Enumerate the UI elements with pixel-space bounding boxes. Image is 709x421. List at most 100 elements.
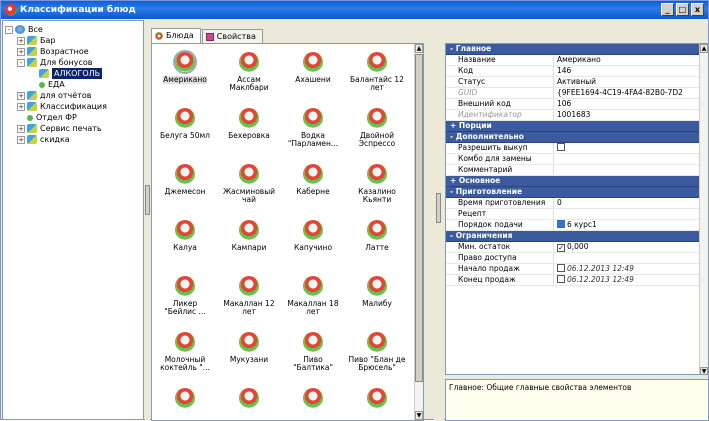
dish-item[interactable]: Мукузани xyxy=(220,328,278,384)
dish-item[interactable]: Капучино xyxy=(284,216,342,272)
scroll-thumb[interactable] xyxy=(415,54,423,382)
tree-node[interactable]: + для отчётов xyxy=(5,90,141,101)
checkbox[interactable] xyxy=(557,264,565,272)
expand-icon[interactable]: + xyxy=(17,124,25,133)
checkbox[interactable] xyxy=(557,275,565,283)
dish-item[interactable]: Казалино Кьянти xyxy=(348,160,406,216)
tree-node[interactable]: Отдел ФР xyxy=(5,112,141,123)
checkbox[interactable] xyxy=(557,143,565,151)
category-toggle-icon[interactable]: - xyxy=(450,44,453,53)
property-category[interactable]: + Основное xyxy=(446,176,701,187)
property-category[interactable]: - Ограничения xyxy=(446,231,701,242)
dish-item[interactable]: Водка "Парламен... xyxy=(284,104,342,160)
dish-item[interactable]: Молочный коктейль "... xyxy=(156,328,214,384)
property-row[interactable]: Название Американо xyxy=(446,55,701,66)
dish-item[interactable]: Пиво "Блан де Брюсель" xyxy=(348,328,406,384)
splitter-grip[interactable] xyxy=(145,185,150,215)
dish-item[interactable]: Пиво "Балтика" xyxy=(284,328,342,384)
property-category[interactable]: - Дополнительно xyxy=(446,132,701,143)
scroll-down-arrow[interactable]: ▼ xyxy=(700,367,708,374)
dish-item[interactable]: Белуга 50мл xyxy=(156,104,214,160)
property-row[interactable]: GUID {9FEE1694-4C19-4FA4-82B0-7D2 xyxy=(446,88,701,99)
dish-item[interactable] xyxy=(220,384,278,420)
property-row[interactable]: Порядок подачи 6 курс1 xyxy=(446,220,701,231)
leaf-icon xyxy=(27,114,33,121)
property-row[interactable]: Код 146 xyxy=(446,66,701,77)
properties-scrollbar[interactable]: ▲ ▼ xyxy=(699,44,708,374)
category-toggle-icon[interactable]: - xyxy=(450,187,453,196)
dish-item[interactable] xyxy=(284,384,342,420)
maximize-button[interactable]: □ xyxy=(676,3,689,16)
property-row[interactable]: Право доступа xyxy=(446,253,701,264)
dish-item[interactable]: Ассам Маклбари xyxy=(220,48,278,104)
dish-item[interactable]: Бехеровка xyxy=(220,104,278,160)
dish-item[interactable]: Макаллан 18 лет xyxy=(284,272,342,328)
scroll-down-arrow[interactable]: ▼ xyxy=(415,411,423,420)
dish-item[interactable]: Джемесон xyxy=(156,160,214,216)
tree-node[interactable]: ЕДА xyxy=(5,79,141,90)
property-row[interactable]: Время приготовления 0 xyxy=(446,198,701,209)
property-row[interactable]: Мин. остаток ✓ 0,000 xyxy=(446,242,701,253)
dishes-scrollbar[interactable]: ▲ ▼ xyxy=(414,44,423,420)
dishes-grid[interactable]: Американо Ассам Маклбари Ахашени Балантайс … xyxy=(151,43,424,421)
dish-item[interactable]: Кампари xyxy=(220,216,278,272)
dish-item[interactable]: Ликер "Бейлис ... xyxy=(156,272,214,328)
property-grid[interactable]: - Главное Название Американо Код 146 Статус Ак… xyxy=(445,43,709,375)
dish-item[interactable]: Ахашени xyxy=(284,48,342,104)
dish-item[interactable]: Макаллан 12 лет xyxy=(220,272,278,328)
left-splitter[interactable] xyxy=(145,20,150,420)
property-row[interactable]: Рецепт xyxy=(446,209,701,220)
property-category[interactable]: - Главное xyxy=(446,44,701,55)
category-toggle-icon[interactable]: + xyxy=(450,176,456,185)
scroll-up-arrow[interactable]: ▲ xyxy=(415,44,423,53)
dish-item[interactable]: Двойной Эспрессо xyxy=(348,104,406,160)
checkbox[interactable]: ✓ xyxy=(557,244,565,252)
tree-node[interactable]: - Все xyxy=(5,24,141,35)
close-button[interactable]: x xyxy=(691,3,704,16)
dish-item[interactable]: Малибу xyxy=(348,272,406,328)
category-toggle-icon[interactable]: - xyxy=(450,132,453,141)
expand-icon[interactable]: + xyxy=(17,47,25,56)
dish-item[interactable] xyxy=(348,384,406,420)
expand-icon[interactable]: + xyxy=(17,102,25,111)
tree-node[interactable]: + Классификация xyxy=(5,101,141,112)
tree-node[interactable]: - Для бонусов xyxy=(5,57,141,68)
property-row[interactable]: Внешний код 106 xyxy=(446,99,701,110)
property-category[interactable]: - Приготовление xyxy=(446,187,701,198)
dish-item[interactable]: Жасминовый чай xyxy=(220,160,278,216)
dish-item[interactable]: Калуа xyxy=(156,216,214,272)
dish-icon xyxy=(367,164,387,184)
minimize-button[interactable]: _ xyxy=(661,3,674,16)
dish-item[interactable]: Американо xyxy=(156,48,214,104)
property-row[interactable]: Идентификатор 1001683 xyxy=(446,110,701,121)
classification-tree[interactable]: - Все + Бар + Возрастное - Для бонусов АЛКОГОЛЬ Е… xyxy=(2,20,144,420)
property-row[interactable]: Начало продаж 06.12.2013 12:49 xyxy=(446,264,701,275)
property-row[interactable]: Комбо для замены xyxy=(446,154,701,165)
category-toggle-icon[interactable]: - xyxy=(450,231,453,240)
dish-item[interactable]: Латте xyxy=(348,216,406,272)
dish-item[interactable]: Балантайс 12 лет xyxy=(348,48,406,104)
tree-node[interactable]: + Бар xyxy=(5,35,141,46)
expand-icon[interactable]: + xyxy=(17,36,25,45)
splitter-grip[interactable] xyxy=(436,193,441,223)
tab-dishes[interactable]: Блюда xyxy=(151,28,201,43)
middle-splitter[interactable] xyxy=(434,43,444,421)
property-row[interactable]: Разрешить выкуп xyxy=(446,143,701,154)
scroll-up-arrow[interactable]: ▲ xyxy=(700,44,708,53)
dish-item[interactable]: Каберне xyxy=(284,160,342,216)
tab-properties[interactable]: Свойства xyxy=(201,29,263,43)
expand-icon[interactable]: + xyxy=(17,135,25,144)
expand-icon[interactable]: + xyxy=(17,91,25,100)
tree-node[interactable]: АЛКОГОЛЬ xyxy=(5,68,141,79)
property-row[interactable]: Конец продаж 06.12.2013 12:49 xyxy=(446,275,701,286)
property-row[interactable]: Статус Активный xyxy=(446,77,701,88)
category-toggle-icon[interactable]: + xyxy=(450,121,456,130)
tree-node[interactable]: + Сервис печать xyxy=(5,123,141,134)
property-category[interactable]: + Порции xyxy=(446,121,701,132)
property-row[interactable]: Комментарий xyxy=(446,165,701,176)
tree-node[interactable]: + скидка xyxy=(5,134,141,145)
tree-node[interactable]: + Возрастное xyxy=(5,46,141,57)
collapse-icon[interactable]: - xyxy=(17,58,25,67)
dish-item[interactable] xyxy=(156,384,214,420)
collapse-icon[interactable]: - xyxy=(5,25,13,34)
